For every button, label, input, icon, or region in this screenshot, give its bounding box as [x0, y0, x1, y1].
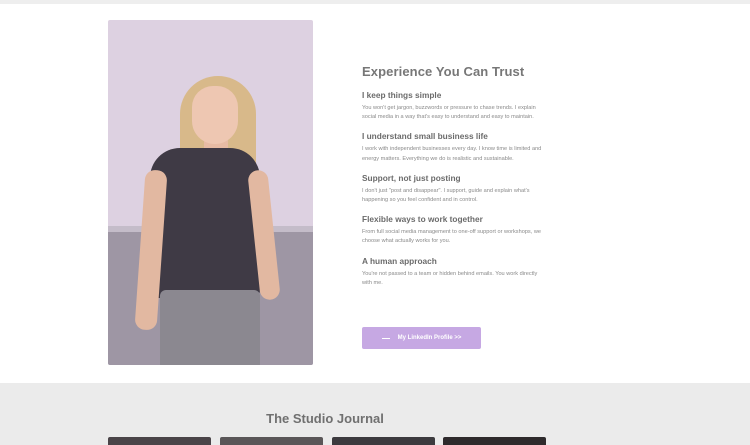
journal-section: The Studio Journal — [0, 383, 750, 445]
dash-icon — [381, 337, 390, 339]
feature-description: You're not passed to a team or hidden be… — [362, 270, 538, 286]
photo-trousers — [160, 290, 260, 365]
linkedin-button-label: My LinkedIn Profile >> — [397, 335, 462, 341]
top-divider — [0, 0, 750, 4]
feature-item: I understand small business life I work … — [362, 131, 542, 163]
photo-face — [192, 86, 238, 144]
feature-description: I don't just "post and disappear". I sup… — [362, 187, 530, 204]
journal-post-thumbnail[interactable] — [108, 437, 211, 445]
feature-title: A human approach — [362, 255, 437, 266]
photo-jumper — [150, 148, 260, 298]
journal-heading: The Studio Journal — [266, 411, 384, 426]
journal-post-thumbnail[interactable] — [443, 437, 546, 445]
feature-title: Support, not just posting — [362, 172, 461, 183]
feature-title: I keep things simple — [362, 90, 442, 100]
feature-item: I keep things simple You won't get jargo… — [362, 90, 542, 122]
journal-post-thumbnail[interactable] — [220, 437, 323, 445]
feature-item: A human approach You're not passed to a … — [362, 256, 542, 288]
feature-title: I understand small business life — [362, 131, 488, 142]
section-heading: Experience You Can Trust — [362, 64, 525, 79]
feature-description: From full social media management to one… — [362, 229, 541, 245]
about-content: Experience You Can Trust I keep things s… — [362, 64, 542, 297]
feature-description: You won't get jargon, buzzwords or press… — [362, 105, 536, 121]
journal-post-thumbnail[interactable] — [332, 437, 435, 445]
feature-item: Flexible ways to work together From full… — [362, 214, 542, 246]
portrait-photo — [108, 20, 313, 365]
feature-title: Flexible ways to work together — [362, 214, 483, 225]
feature-item: Support, not just posting I don't just "… — [362, 173, 542, 205]
linkedin-profile-button[interactable]: My LinkedIn Profile >> — [362, 327, 481, 349]
feature-description: I work with independent businesses every… — [362, 146, 542, 162]
